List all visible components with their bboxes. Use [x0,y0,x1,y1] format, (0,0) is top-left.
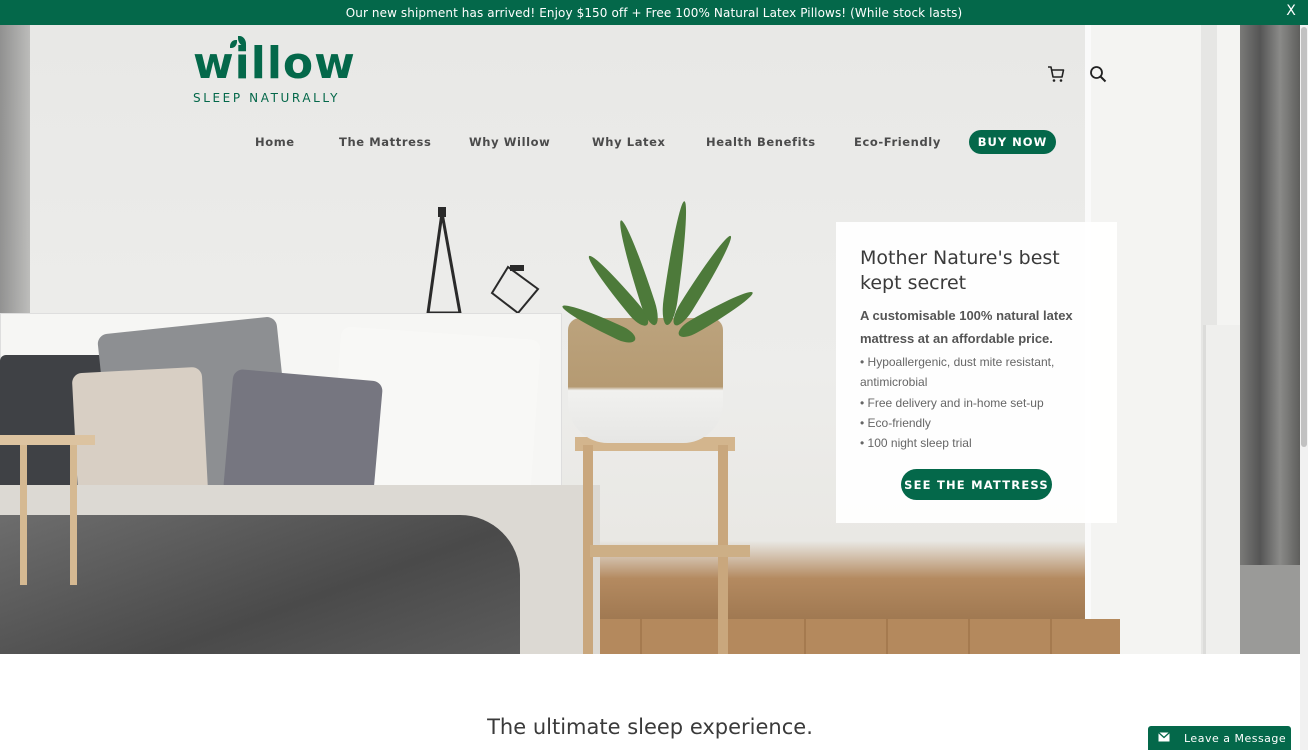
feature-item: • Eco-friendly [860,415,931,430]
leave-message-widget[interactable]: Leave a Message [1148,726,1291,750]
buy-now-button[interactable]: BUY NOW [969,130,1056,154]
feature-item: • Hypoallergenic, dust mite resistant, a… [860,355,1055,390]
leave-message-label: Leave a Message [1184,731,1287,745]
search-icon[interactable] [1088,64,1108,84]
nav-why-latex[interactable]: Why Latex [592,130,666,154]
cart-icon[interactable] [1046,64,1066,84]
floor [560,619,1120,654]
hero-heading: Mother Nature's best kept secret [860,247,1060,294]
nav-health-benefits[interactable]: Health Benefits [706,130,816,154]
header-icons [1046,64,1108,84]
feature-item: • Free delivery and in-home set-up [860,395,1044,410]
feature-item: • 100 night sleep trial [860,436,972,451]
envelope-icon [1158,731,1170,745]
feature-list: • Hypoallergenic, dust mite resistant, a… [860,352,1095,453]
curtain-left [0,25,30,355]
close-announcement-button[interactable]: X [1286,3,1296,19]
brand-tagline: SLEEP NATURALLY [193,91,341,105]
nav-eco-friendly[interactable]: Eco-Friendly [854,130,941,154]
main-nav: Home The Mattress Why Willow Why Latex H… [0,130,1308,154]
hero-card: Mother Nature's best kept secret A custo… [836,222,1117,523]
hero-subheading: A customisable 100% natural latex mattre… [860,308,1073,346]
brand-logo[interactable]: willow SLEEP NATURALLY [193,36,383,112]
bed-tray [0,435,95,585]
nav-home[interactable]: Home [255,130,295,154]
announcement-bar: Our new shipment has arrived! Enjoy $150… [0,0,1308,25]
plant-basket [568,318,723,443]
see-the-mattress-button[interactable]: SEE THE MATTRESS [901,469,1052,500]
page-scrollbar[interactable] [1300,25,1308,750]
section-title: The ultimate sleep experience. [487,715,813,739]
scrollbar-thumb[interactable] [1301,27,1307,447]
announcement-text: Our new shipment has arrived! Enjoy $150… [345,5,963,20]
nav-why-willow[interactable]: Why Willow [469,130,550,154]
decor-lamps [426,207,540,315]
brand-name: willow [193,38,356,89]
nav-the-mattress[interactable]: The Mattress [339,130,431,154]
curtain-right [1240,25,1300,565]
